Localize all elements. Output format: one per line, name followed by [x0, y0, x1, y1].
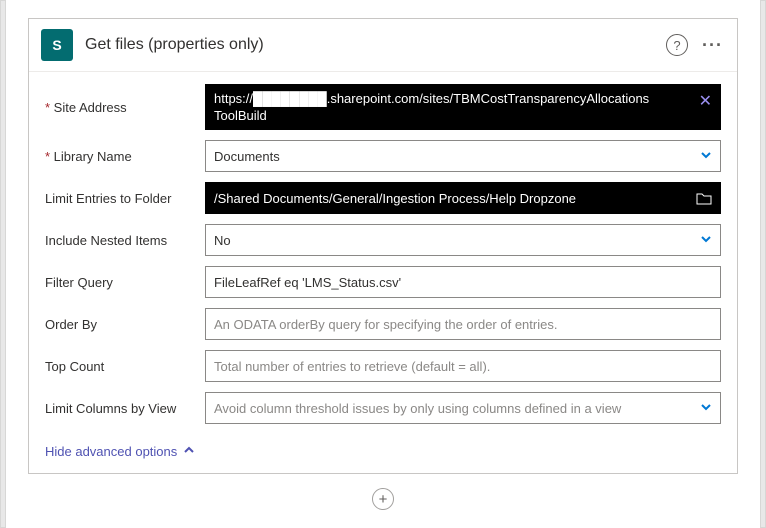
site-address-label: Site Address [45, 100, 205, 115]
add-step-button[interactable]: + [372, 488, 394, 510]
chevron-down-icon [700, 401, 712, 416]
limit-folder-label: Limit Entries to Folder [45, 191, 205, 206]
limit-columns-placeholder: Avoid column threshold issues by only us… [214, 401, 694, 416]
order-by-label: Order By [45, 317, 205, 332]
top-count-placeholder: Total number of entries to retrieve (def… [214, 359, 712, 374]
card-title: Get files (properties only) [85, 36, 666, 54]
action-card: S Get files (properties only) ? ··· Site… [28, 18, 738, 474]
library-name-select[interactable]: Documents [205, 140, 721, 172]
limit-columns-label: Limit Columns by View [45, 401, 205, 416]
clear-icon[interactable]: ✕ [699, 91, 712, 111]
include-nested-select[interactable]: No [205, 224, 721, 256]
add-step-connector: + [28, 474, 738, 510]
card-header: S Get files (properties only) ? ··· [29, 19, 737, 72]
chevron-up-icon [183, 444, 195, 459]
top-count-input[interactable]: Total number of entries to retrieve (def… [205, 350, 721, 382]
filter-query-value: FileLeafRef eq 'LMS_Status.csv' [214, 275, 712, 290]
site-address-value: https://████████.sharepoint.com/sites/TB… [214, 91, 693, 125]
limit-columns-select[interactable]: Avoid column threshold issues by only us… [205, 392, 721, 424]
limit-folder-value: /Shared Documents/General/Ingestion Proc… [214, 191, 690, 206]
library-name-value: Documents [214, 149, 694, 164]
include-nested-value: No [214, 233, 694, 248]
library-name-label: Library Name [45, 149, 205, 164]
more-menu-icon[interactable]: ··· [702, 35, 723, 56]
icon-letter: S [52, 37, 61, 53]
filter-query-label: Filter Query [45, 275, 205, 290]
top-count-label: Top Count [45, 359, 205, 374]
hide-advanced-label: Hide advanced options [45, 444, 177, 459]
site-address-input[interactable]: https://████████.sharepoint.com/sites/TB… [205, 84, 721, 130]
fields-area: Site Address https://████████.sharepoint… [29, 72, 737, 442]
order-by-input[interactable]: An ODATA orderBy query for specifying th… [205, 308, 721, 340]
hide-advanced-link[interactable]: Hide advanced options [45, 444, 195, 459]
chevron-down-icon [700, 233, 712, 248]
sharepoint-icon: S [41, 29, 73, 61]
filter-query-input[interactable]: FileLeafRef eq 'LMS_Status.csv' [205, 266, 721, 298]
limit-folder-input[interactable]: /Shared Documents/General/Ingestion Proc… [205, 182, 721, 214]
folder-picker-icon[interactable] [696, 191, 712, 205]
include-nested-label: Include Nested Items [45, 233, 205, 248]
help-icon[interactable]: ? [666, 34, 688, 56]
chevron-down-icon [700, 149, 712, 164]
order-by-placeholder: An ODATA orderBy query for specifying th… [214, 317, 712, 332]
